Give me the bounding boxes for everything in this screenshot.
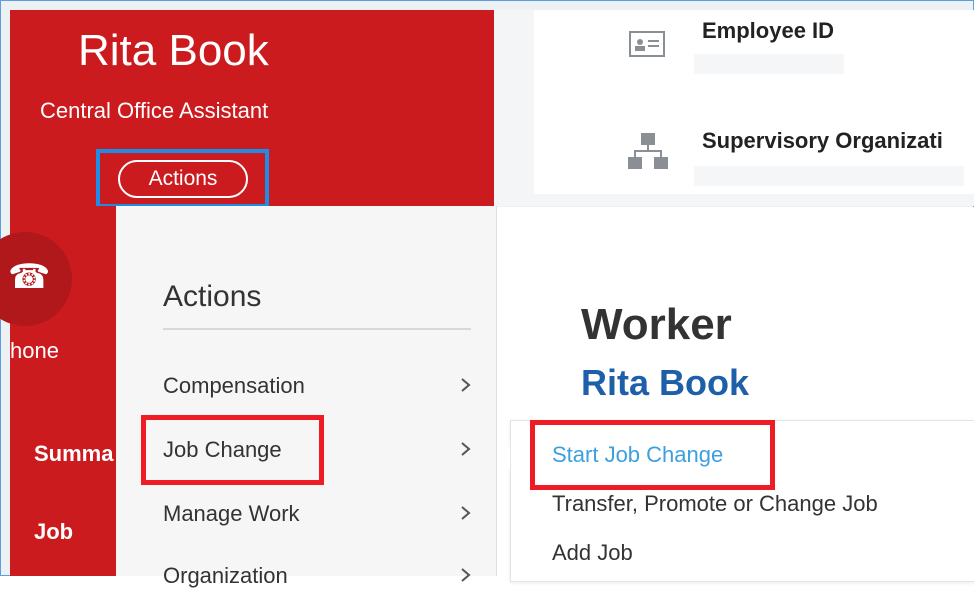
phone-label: hone: [10, 338, 59, 363]
nav-item-summary[interactable]: Summa: [34, 441, 113, 467]
worker-panel-name[interactable]: Rita Book: [581, 362, 749, 404]
highlight-actions-button: [96, 149, 269, 208]
supervisory-org-value-placeholder: [694, 166, 964, 186]
chevron-right-icon: [461, 378, 471, 392]
worker-role: Central Office Assistant: [40, 98, 269, 123]
phone-icon: ☎: [8, 258, 51, 296]
highlight-job-change: [141, 415, 324, 485]
menu-item-manage-work[interactable]: Manage Work: [163, 501, 300, 527]
supervisory-org-label: Supervisory Organizati: [702, 128, 943, 153]
chevron-right-icon: [461, 506, 471, 520]
chevron-right-icon: [461, 568, 471, 582]
highlight-start-job-change: [530, 420, 775, 490]
id-card-icon: [629, 31, 665, 57]
worker-name-header: Rita Book: [78, 26, 269, 75]
worker-panel-title: Worker: [581, 300, 732, 349]
transfer-promote-change-job-link[interactable]: Transfer, Promote or Change Job: [552, 491, 878, 517]
employee-id-label: Employee ID: [702, 18, 835, 43]
nav-item-job[interactable]: Job: [34, 519, 73, 545]
menu-divider: [163, 328, 471, 330]
menu-item-organization[interactable]: Organization: [163, 563, 288, 589]
employee-id-value-placeholder: [694, 54, 844, 74]
submenu-pointer: [498, 446, 510, 470]
org-chart-icon: [628, 133, 668, 169]
menu-item-compensation[interactable]: Compensation: [163, 373, 305, 399]
actions-menu-title: Actions: [163, 280, 262, 313]
add-job-link[interactable]: Add Job: [552, 540, 633, 566]
chevron-right-icon: [461, 442, 471, 456]
